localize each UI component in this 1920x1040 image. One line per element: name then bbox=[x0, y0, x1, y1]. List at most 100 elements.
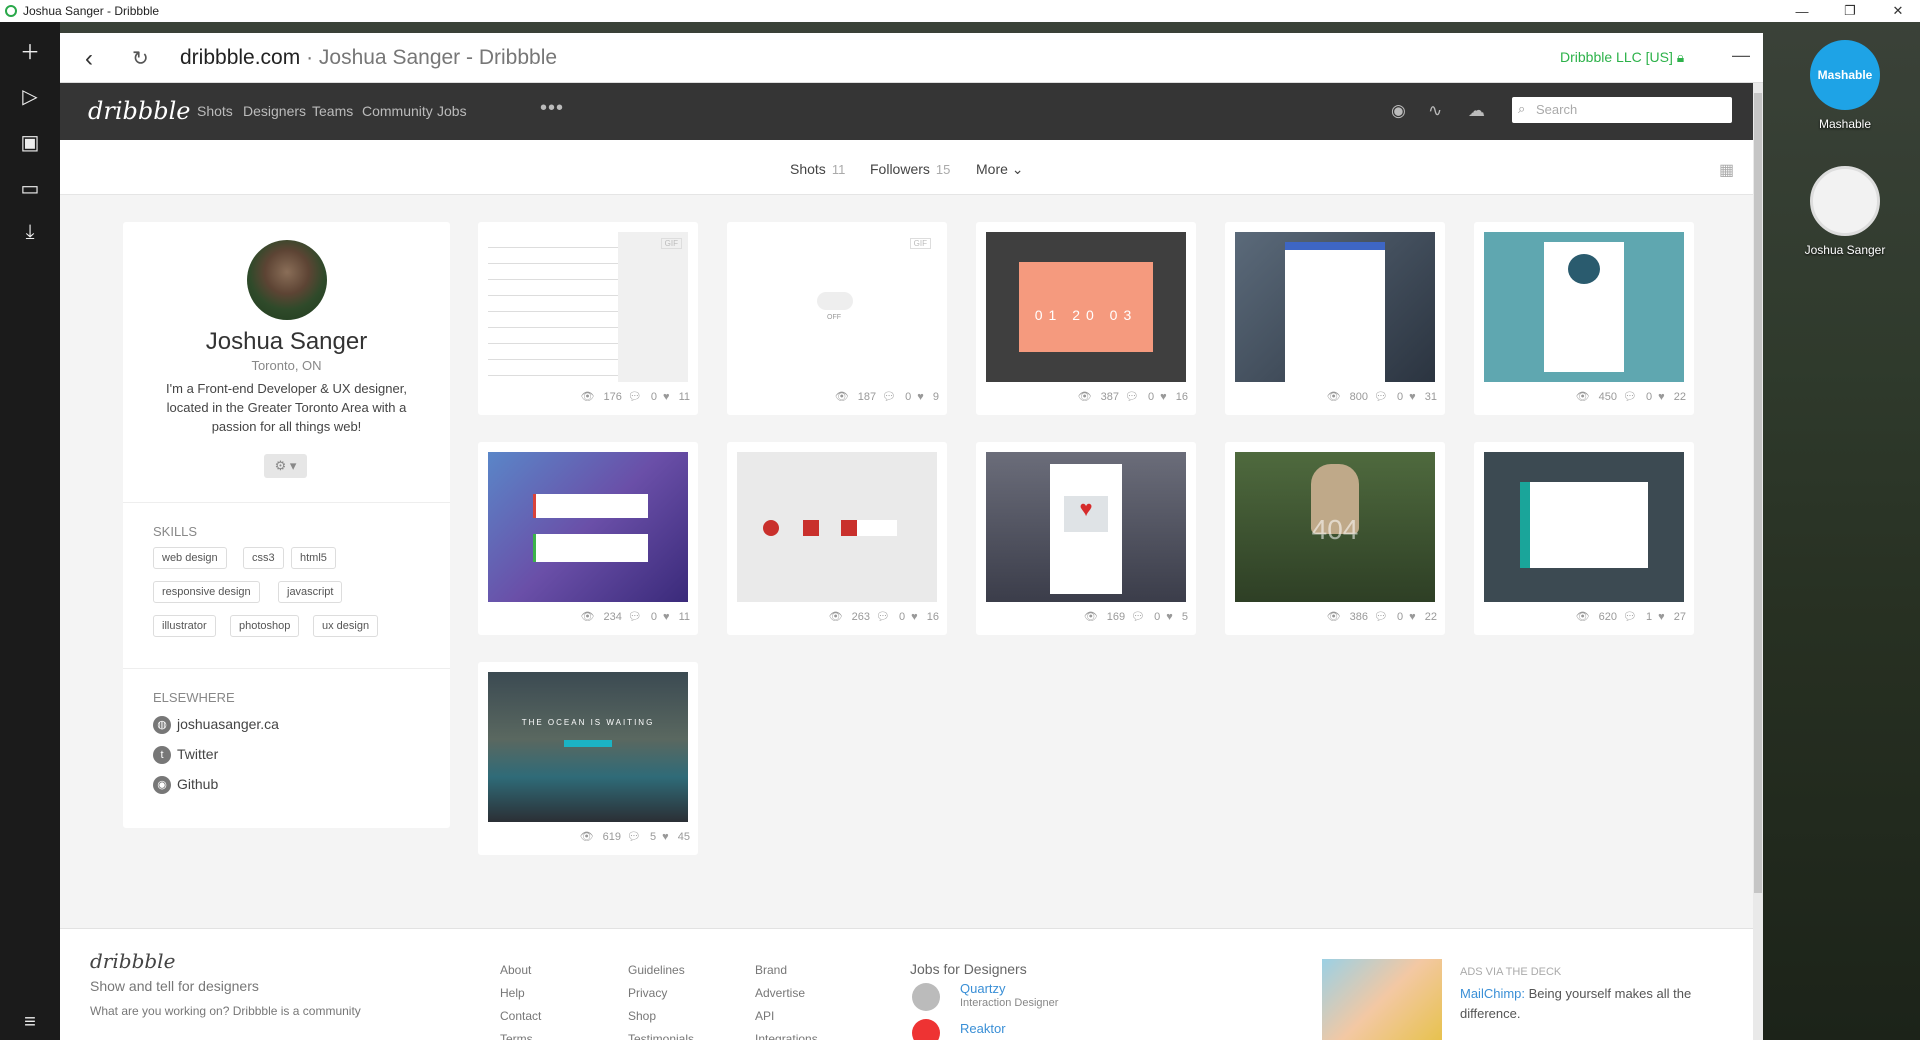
nav-link-designers[interactable]: Designers bbox=[243, 103, 306, 119]
ad-image[interactable] bbox=[1322, 959, 1442, 1040]
countdown-hours: 20 bbox=[1072, 307, 1100, 323]
skill-tag[interactable]: responsive design bbox=[153, 581, 260, 603]
footer-link[interactable]: Shop bbox=[628, 1009, 656, 1023]
shot-thumbnail[interactable] bbox=[1235, 232, 1435, 382]
shot-thumbnail[interactable]: ♥ bbox=[986, 452, 1186, 602]
footer-link[interactable]: Brand bbox=[755, 963, 787, 977]
grid-view-icon[interactable]: ▦ bbox=[1719, 160, 1734, 180]
shot-card[interactable]: 👁︎ 450 💬︎ 0 ♥ 22 bbox=[1474, 222, 1694, 415]
dribbble-logo[interactable]: dribbble bbox=[88, 97, 190, 125]
skill-tag[interactable]: illustrator bbox=[153, 615, 216, 637]
job-company-link[interactable]: Quartzy bbox=[960, 981, 1006, 996]
footer-link[interactable]: Terms bbox=[500, 1032, 533, 1040]
footer-link[interactable]: API bbox=[755, 1009, 774, 1023]
comments-count: 0 bbox=[1154, 611, 1161, 623]
shot-card[interactable]: ♥ 👁︎ 169 💬︎ 0 ♥ 5 bbox=[976, 442, 1196, 635]
footer-link[interactable]: Privacy bbox=[628, 986, 667, 1000]
views-count: 386 bbox=[1349, 611, 1368, 623]
shot-thumbnail[interactable] bbox=[1484, 452, 1684, 602]
skill-tag[interactable]: html5 bbox=[291, 547, 336, 569]
views-icon: 👁︎ bbox=[1326, 391, 1341, 403]
skill-tag[interactable]: web design bbox=[153, 547, 227, 569]
camera-icon[interactable]: ▣ bbox=[16, 128, 44, 156]
mashable-icon: Mashable bbox=[1810, 40, 1880, 110]
footer-link[interactable]: Help bbox=[500, 986, 525, 1000]
link-twitter[interactable]: t Twitter bbox=[153, 746, 218, 765]
shot-card[interactable]: 01 20 03 👁︎ 387 💬︎ 0 ♥ 16 bbox=[976, 222, 1196, 415]
shot-card[interactable]: 👁︎ 620 💬︎ 1 ♥ 27 bbox=[1474, 442, 1694, 635]
footer-link[interactable]: Integrations bbox=[755, 1032, 818, 1040]
maximize-button[interactable]: ❐ bbox=[1832, 0, 1868, 22]
minimize-button[interactable]: — bbox=[1784, 0, 1820, 22]
collapse-icon[interactable]: — bbox=[1732, 45, 1750, 66]
shot-thumbnail[interactable] bbox=[737, 452, 937, 602]
tab-followers[interactable]: Followers 15 bbox=[870, 161, 950, 177]
settings-gear-button[interactable]: ⚙ ▾ bbox=[264, 454, 307, 478]
scrollbar-thumb[interactable] bbox=[1754, 93, 1762, 893]
dock-item-mashable[interactable]: Mashable Mashable bbox=[1795, 40, 1895, 131]
menu-icon[interactable]: ≡ bbox=[16, 1008, 44, 1036]
hero-headline: THE OCEAN IS WAITING bbox=[521, 718, 655, 727]
more-menu-icon[interactable]: ••• bbox=[540, 97, 564, 120]
avatar[interactable] bbox=[247, 240, 327, 320]
footer-link[interactable]: Testimonials bbox=[628, 1032, 694, 1040]
comments-count: 0 bbox=[905, 391, 912, 403]
shot-thumbnail[interactable]: 404 bbox=[1235, 452, 1435, 602]
views-count: 169 bbox=[1106, 611, 1126, 623]
footer-link[interactable]: Guidelines bbox=[628, 963, 685, 977]
shot-thumbnail[interactable] bbox=[1484, 232, 1684, 382]
nav-link-shots[interactable]: Shots bbox=[197, 103, 233, 119]
link-website[interactable]: ◍ joshuasanger.ca bbox=[153, 716, 279, 735]
shot-card[interactable]: 👁︎ 234 💬︎ 0 ♥ 11 bbox=[478, 442, 698, 635]
shot-thumbnail[interactable]: GIF bbox=[488, 232, 688, 382]
ssl-badge[interactable]: Dribbble LLC [US] 🔒︎ bbox=[1560, 49, 1684, 66]
shot-stats: 👁︎ 800 💬︎ 0 ♥ 31 bbox=[1225, 390, 1437, 403]
footer-link[interactable]: About bbox=[500, 963, 531, 977]
download-icon[interactable]: ⤓ bbox=[16, 218, 44, 246]
skill-tag[interactable]: javascript bbox=[278, 581, 343, 603]
search-input[interactable]: ⌕ Search bbox=[1512, 97, 1732, 123]
twitter-icon: t bbox=[153, 746, 171, 765]
tab-shots-label: Shots bbox=[790, 161, 826, 177]
user-avatar-icon[interactable]: ◉ bbox=[1391, 101, 1406, 121]
shot-card[interactable]: 404 👁︎ 386 💬︎ 0 ♥ 22 bbox=[1225, 442, 1445, 635]
nav-link-community[interactable]: Community bbox=[362, 103, 433, 119]
shot-thumbnail[interactable]: OFF GIF bbox=[737, 232, 937, 382]
nav-link-teams[interactable]: Teams bbox=[312, 103, 353, 119]
views-icon: 👁︎ bbox=[1575, 391, 1590, 403]
share-expanded-icon bbox=[841, 520, 897, 536]
shot-thumbnail[interactable] bbox=[488, 452, 688, 602]
shot-thumbnail[interactable]: 01 20 03 bbox=[986, 232, 1186, 382]
shot-card[interactable]: GIF 👁︎ 176 💬︎ 0 ♥ 11 bbox=[478, 222, 698, 415]
link-github[interactable]: ◉ Github bbox=[153, 776, 218, 795]
skill-tag[interactable]: photoshop bbox=[230, 615, 300, 637]
footer-link[interactable]: Advertise bbox=[755, 986, 805, 1000]
shot-card[interactable]: OFF GIF 👁︎ 187 💬︎ 0 ♥ 9 bbox=[727, 222, 947, 415]
footer-logo[interactable]: dribbble bbox=[90, 949, 175, 973]
tab-more[interactable]: More ⌄ bbox=[976, 161, 1024, 178]
reload-icon[interactable]: ↻ bbox=[132, 46, 149, 71]
job-company-link[interactable]: Reaktor bbox=[960, 1021, 1006, 1036]
back-icon[interactable]: ‹ bbox=[85, 45, 93, 73]
plus-icon[interactable]: ＋ bbox=[16, 36, 44, 64]
likes-icon: ♥ bbox=[1658, 391, 1665, 403]
play-icon[interactable]: ▷ bbox=[16, 82, 44, 110]
image-icon[interactable]: ▭ bbox=[16, 174, 44, 202]
comments-count: 0 bbox=[1148, 391, 1155, 403]
shot-card[interactable]: 👁︎ 263 💬︎ 0 ♥ 16 bbox=[727, 442, 947, 635]
comments-count: 0 bbox=[650, 611, 657, 623]
ad-text[interactable]: MailChimp: Being yourself makes all the … bbox=[1460, 984, 1720, 1024]
activity-icon[interactable]: ∿ bbox=[1428, 101, 1442, 121]
dock-item-profile[interactable]: Joshua Sanger bbox=[1795, 166, 1895, 257]
shot-thumbnail[interactable]: THE OCEAN IS WAITING bbox=[488, 672, 688, 822]
close-button[interactable]: ✕ bbox=[1880, 0, 1916, 22]
url-text[interactable]: dribbble.com · Joshua Sanger - Dribbble bbox=[180, 46, 557, 70]
skill-tag[interactable]: css3 bbox=[243, 547, 284, 569]
shot-card[interactable]: 👁︎ 800 💬︎ 0 ♥ 31 bbox=[1225, 222, 1445, 415]
tab-shots[interactable]: Shots 11 bbox=[790, 161, 845, 177]
footer-link[interactable]: Contact bbox=[500, 1009, 541, 1023]
nav-link-jobs[interactable]: Jobs bbox=[437, 103, 467, 119]
shot-card[interactable]: THE OCEAN IS WAITING 👁︎ 619 💬︎ 5 ♥ 45 bbox=[478, 662, 698, 855]
skill-tag[interactable]: ux design bbox=[313, 615, 379, 637]
upload-cloud-icon[interactable]: ☁ bbox=[1468, 101, 1485, 121]
